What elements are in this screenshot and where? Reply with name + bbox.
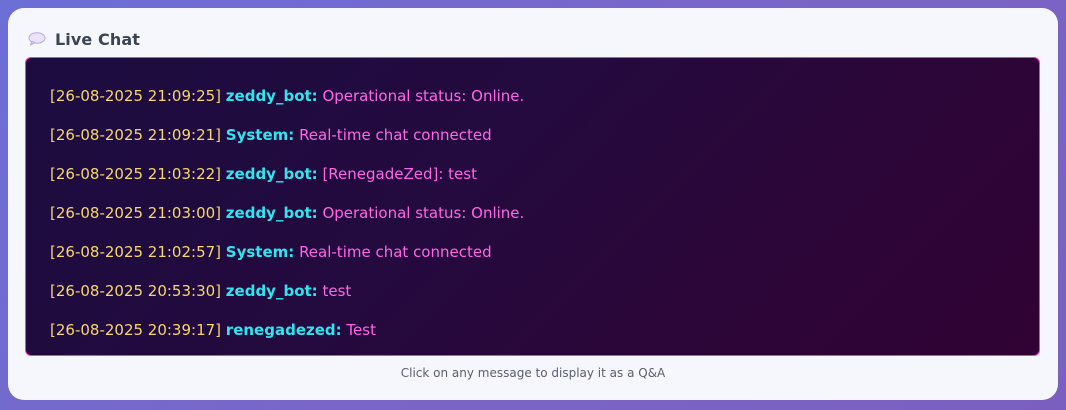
message-timestamp: [26-08-2025 21:03:00]	[50, 204, 222, 222]
chat-message[interactable]: [26-08-2025 20:39:17] renegadezed: Test	[50, 318, 1039, 355]
live-chat-card: Live Chat [26-08-2025 21:09:25] zeddy_bo…	[8, 8, 1058, 400]
message-text: Operational status: Online.	[322, 204, 525, 222]
chat-message[interactable]: [26-08-2025 21:03:00] zeddy_bot: Operati…	[50, 201, 1039, 240]
message-timestamp: [26-08-2025 20:39:17]	[50, 321, 222, 339]
chat-message[interactable]: [26-08-2025 20:53:30] zeddy_bot: test	[50, 279, 1039, 318]
message-timestamp: [26-08-2025 21:02:57]	[50, 243, 222, 261]
chat-message[interactable]: [26-08-2025 21:09:21] System: Real-time …	[50, 123, 1039, 162]
message-username: zeddy_bot:	[225, 204, 318, 222]
message-username: System:	[225, 243, 295, 261]
chat-header: Live Chat	[28, 28, 140, 50]
message-timestamp: [26-08-2025 20:53:30]	[50, 282, 222, 300]
message-text: [RenegadeZed]: test	[322, 165, 477, 183]
message-username: System:	[225, 126, 295, 144]
message-text: Operational status: Online.	[322, 87, 525, 105]
message-username: zeddy_bot:	[225, 87, 318, 105]
message-timestamp: [26-08-2025 21:03:22]	[50, 165, 222, 183]
chat-message-list[interactable]: [26-08-2025 21:09:25] zeddy_bot: Operati…	[25, 57, 1040, 356]
message-timestamp: [26-08-2025 21:09:21]	[50, 126, 222, 144]
message-username: zeddy_bot:	[225, 282, 318, 300]
speech-bubble-icon	[28, 32, 46, 46]
message-text: Real-time chat connected	[299, 243, 492, 261]
chat-message[interactable]: [26-08-2025 21:03:22] zeddy_bot: [Renega…	[50, 162, 1039, 201]
qa-hint: Click on any message to display it as a …	[400, 366, 666, 380]
chat-message[interactable]: [26-08-2025 21:09:25] zeddy_bot: Operati…	[50, 84, 1039, 123]
message-text: Test	[346, 321, 376, 339]
chat-message[interactable]: [26-08-2025 21:02:57] System: Real-time …	[50, 240, 1039, 279]
message-username: renegadezed:	[225, 321, 342, 339]
message-text: test	[322, 282, 352, 300]
message-timestamp: [26-08-2025 21:09:25]	[50, 87, 222, 105]
message-text: Real-time chat connected	[299, 126, 492, 144]
message-username: zeddy_bot:	[225, 165, 318, 183]
chat-title: Live Chat	[55, 29, 141, 49]
